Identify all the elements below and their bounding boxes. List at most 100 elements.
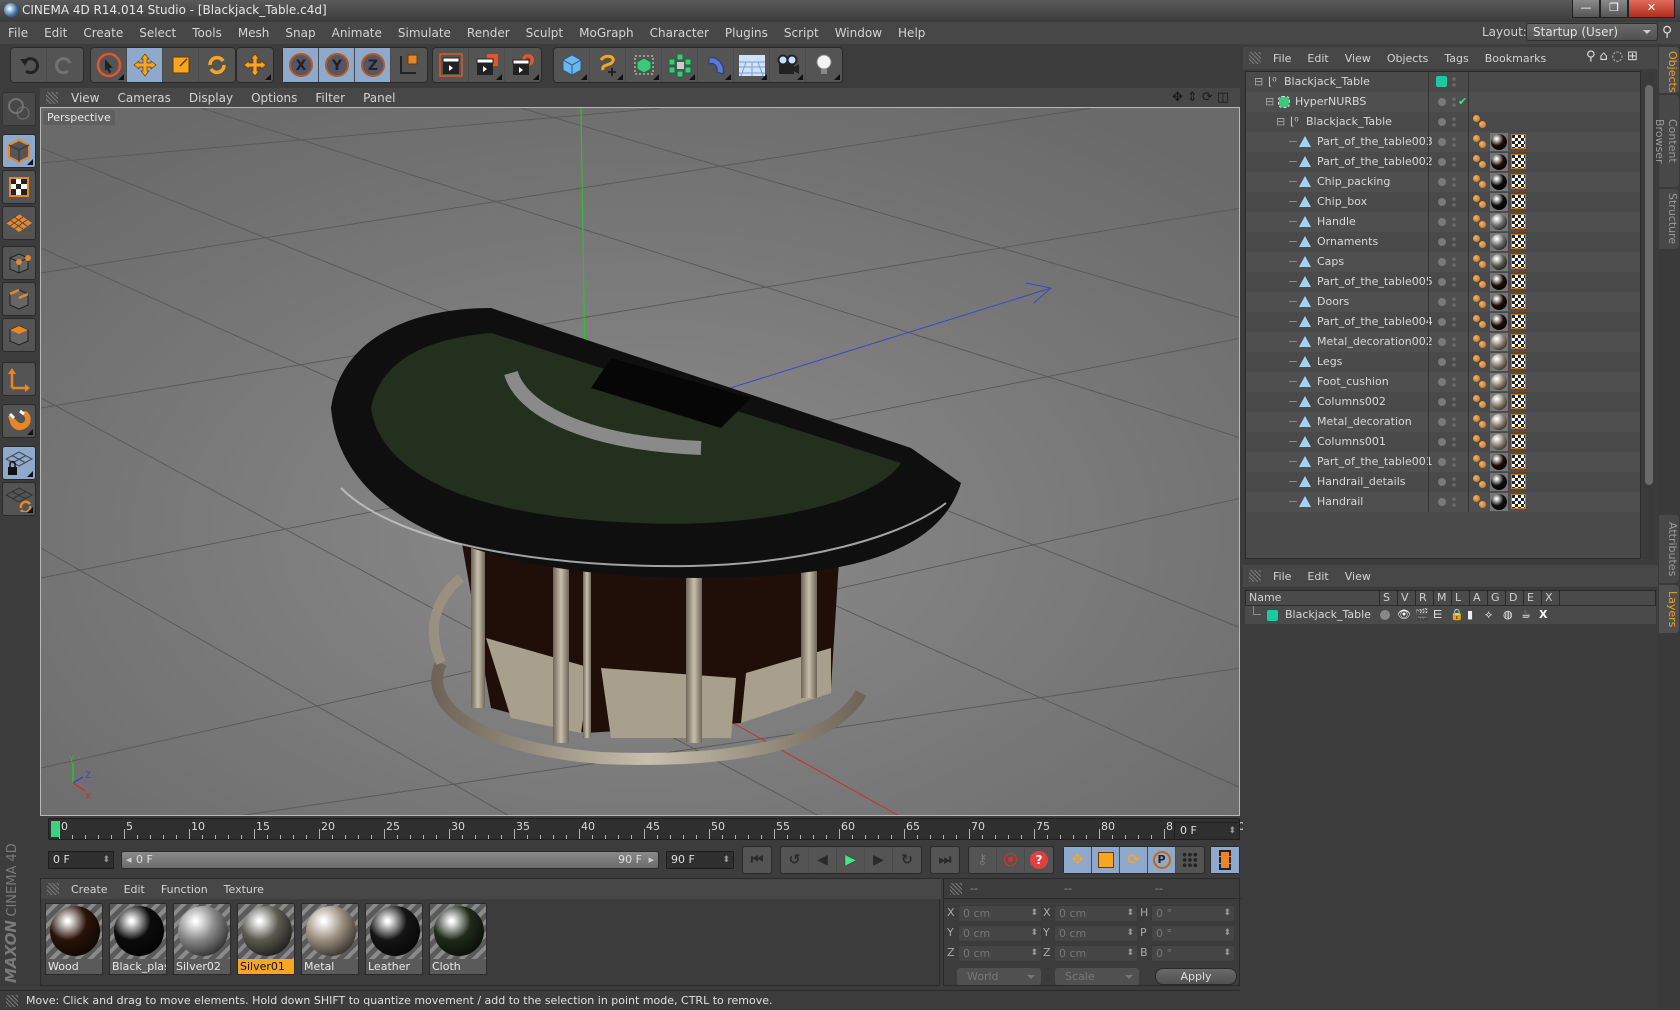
phong-tag-icon[interactable] <box>1473 455 1487 469</box>
scale-tool-button[interactable] <box>163 48 199 82</box>
object-row[interactable]: Metal_decoration002 <box>1246 332 1640 352</box>
last-tool-button[interactable] <box>237 48 273 82</box>
layer-dot[interactable] <box>1438 378 1446 386</box>
next-frame-button[interactable]: ▶ <box>865 847 893 873</box>
material-tag-icon[interactable] <box>1490 413 1508 431</box>
object-name[interactable]: Columns001 <box>1317 432 1386 452</box>
layer-column-s[interactable]: S <box>1380 591 1398 605</box>
locked-workplane-button[interactable] <box>2 446 36 480</box>
visibility-toggle[interactable] <box>1452 116 1456 128</box>
layer-column-a[interactable]: A <box>1470 591 1488 605</box>
render-view-button[interactable] <box>433 48 469 82</box>
material-menu-create[interactable]: Create <box>63 883 116 896</box>
timeline-window-button[interactable] <box>1211 847 1239 873</box>
visibility-toggle[interactable] <box>1452 156 1456 168</box>
object-name[interactable]: Doors <box>1317 292 1349 312</box>
maximize-button[interactable]: ❐ <box>1600 0 1628 18</box>
object-name[interactable]: Chip_packing <box>1317 172 1390 192</box>
visibility-toggle[interactable] <box>1452 496 1456 508</box>
phong-tag-icon[interactable] <box>1473 375 1487 389</box>
layer-dot[interactable] <box>1438 458 1446 466</box>
material-tag-icon[interactable] <box>1490 473 1508 491</box>
layer-column-l[interactable]: L <box>1452 591 1470 605</box>
coordinate-field[interactable]: 0 cm <box>1054 925 1138 942</box>
object-menu-bookmarks[interactable]: Bookmarks <box>1477 52 1554 65</box>
object-row[interactable]: Ornaments <box>1246 232 1640 252</box>
render-clapper-icon[interactable]: 🎬 <box>1415 606 1429 624</box>
live-selection-button[interactable] <box>91 48 127 82</box>
uvw-tag-icon[interactable] <box>1511 354 1526 369</box>
object-menu-objects[interactable]: Objects <box>1379 52 1437 65</box>
material-menu-edit[interactable]: Edit <box>116 883 153 896</box>
visibility-toggle[interactable] <box>1452 476 1456 488</box>
panel-grip[interactable] <box>6 995 18 1007</box>
object-name[interactable]: Handle <box>1317 212 1356 232</box>
visibility-toggle[interactable] <box>1452 296 1456 308</box>
object-row[interactable]: Handrail <box>1246 492 1640 512</box>
x-axis-lock-button[interactable]: X <box>283 48 319 82</box>
start-frame-field[interactable]: 0 F <box>48 851 114 869</box>
solo-toggle[interactable] <box>1380 610 1390 620</box>
visibility-toggle[interactable] <box>1452 276 1456 288</box>
move-tool-button[interactable] <box>127 48 163 82</box>
uvw-tag-icon[interactable] <box>1511 414 1526 429</box>
material-tag-icon[interactable] <box>1490 193 1508 211</box>
visibility-toggle[interactable] <box>1452 236 1456 248</box>
material-tag-icon[interactable] <box>1490 293 1508 311</box>
panel-grip[interactable] <box>1249 52 1261 64</box>
uvw-tag-icon[interactable] <box>1511 254 1526 269</box>
animation-icon[interactable]: ▮ <box>1467 606 1473 624</box>
menu-animate[interactable]: Animate <box>324 26 390 40</box>
material-tag-icon[interactable] <box>1490 233 1508 251</box>
end-frame-field[interactable]: 90 F <box>666 851 734 869</box>
object-name[interactable]: Metal_decoration <box>1317 412 1412 432</box>
points-mode-button[interactable] <box>2 246 36 280</box>
object-name[interactable]: Legs <box>1317 352 1342 372</box>
rotate-tool-button[interactable] <box>199 48 235 82</box>
camera-button[interactable] <box>770 48 806 82</box>
home-icon[interactable]: ⌂ <box>1600 49 1608 64</box>
object-menu-file[interactable]: File <box>1265 52 1299 65</box>
tab-structure[interactable]: Structure <box>1659 189 1679 249</box>
material-swatch[interactable]: Metal <box>301 903 359 975</box>
object-name[interactable]: Part_of_the_table003 <box>1317 132 1433 152</box>
phong-tag-icon[interactable] <box>1473 355 1487 369</box>
visibility-toggle[interactable] <box>1452 436 1456 448</box>
object-row[interactable]: ⊟ ⌊⁰ Blackjack_Table <box>1246 112 1640 132</box>
model-mode-button[interactable] <box>2 134 36 168</box>
render-picture-viewer-button[interactable] <box>469 48 505 82</box>
layer-column-g[interactable]: G <box>1488 591 1506 605</box>
coordinate-field[interactable]: 0 cm <box>1054 905 1138 922</box>
material-swatch[interactable]: Silver01 <box>237 903 295 975</box>
object-row[interactable]: Part_of_the_table004 <box>1246 312 1640 332</box>
object-row[interactable]: Columns001 <box>1246 432 1640 452</box>
menu-sculpt[interactable]: Sculpt <box>518 26 571 40</box>
object-menu-tags[interactable]: Tags <box>1436 52 1476 65</box>
tab-objects[interactable]: Objects <box>1659 47 1679 93</box>
object-row[interactable]: Legs <box>1246 352 1640 372</box>
y-axis-lock-button[interactable]: Y <box>319 48 355 82</box>
layer-row[interactable]: Blackjack_Table 👁 🎬 ⋿ 🔒 ▮ ⟡ ◍ ☕ X <box>1245 606 1656 624</box>
object-name[interactable]: Blackjack_Table <box>1284 72 1370 92</box>
texture-mode-button[interactable] <box>2 170 36 204</box>
polygons-mode-button[interactable] <box>2 318 36 352</box>
timeline-ruler[interactable]: 051015202530354045505560657075808590 <box>48 818 1245 840</box>
menu-file[interactable]: File <box>0 26 36 40</box>
layer-dot[interactable] <box>1438 298 1446 306</box>
phong-tag-icon[interactable] <box>1473 395 1487 409</box>
material-tag-icon[interactable] <box>1490 173 1508 191</box>
make-editable-button[interactable] <box>2 92 36 126</box>
material-swatch[interactable]: Cloth <box>429 903 487 975</box>
scrollbar-thumb[interactable] <box>1645 85 1653 485</box>
cloner-button[interactable] <box>662 48 698 82</box>
material-tag-icon[interactable] <box>1490 333 1508 351</box>
new-window-icon[interactable]: ⊞ <box>1627 49 1638 64</box>
material-tag-icon[interactable] <box>1490 273 1508 291</box>
zoom-view-icon[interactable]: ⇕ <box>1187 90 1198 105</box>
visibility-toggle[interactable] <box>1452 416 1456 428</box>
visibility-toggle[interactable] <box>1452 356 1456 368</box>
tab-layers[interactable]: Layers <box>1659 585 1679 633</box>
object-name[interactable]: Part_of_the_table002 <box>1317 152 1433 172</box>
search-icon[interactable]: ⚲ <box>1662 24 1678 40</box>
tab-content-browser[interactable]: Content Browser <box>1653 95 1679 187</box>
